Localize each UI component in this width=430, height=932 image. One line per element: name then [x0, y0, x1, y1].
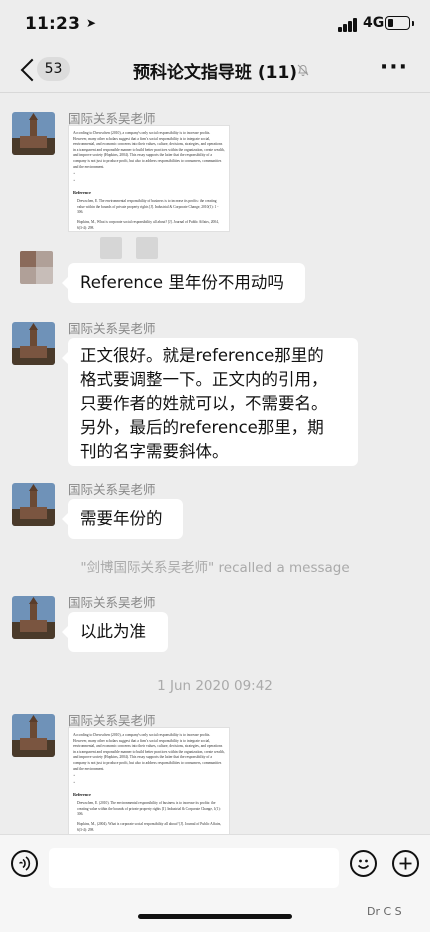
watermark: Dr C S [367, 905, 402, 918]
emoji-icon[interactable] [350, 850, 377, 877]
message-bubble[interactable]: 以此为准 [62, 612, 168, 652]
message-text: 以此为准 [80, 622, 146, 641]
document-reference-entry: Drewschen, E. The environmental responsi… [77, 199, 219, 215]
document-bullet: • • [73, 171, 76, 184]
avatar[interactable] [12, 714, 55, 757]
message-input[interactable] [49, 848, 339, 888]
document-reference-entry: Drewschen, E. (2010). The environmental … [77, 801, 221, 817]
voice-icon[interactable] [11, 850, 38, 877]
document-image[interactable]: According to Drewschen (2010), a company… [68, 727, 230, 836]
document-reference-heading: Reference [73, 190, 91, 196]
message-text: 需要年份的 [80, 509, 163, 528]
avatar[interactable] [20, 251, 53, 284]
avatar[interactable] [12, 596, 55, 639]
network-type: 4G [363, 15, 385, 31]
document-reference-heading: Reference [73, 792, 91, 798]
signal-icon [338, 18, 358, 32]
recalled-notice: "剑博国际关系吴老师" recalled a message [80, 560, 350, 576]
blurred-name [100, 237, 122, 259]
plus-icon[interactable] [392, 850, 419, 877]
status-time: 11:23 [25, 14, 81, 34]
document-reference-entry: Hopkins, M., (2004). What is corporate s… [77, 821, 222, 832]
document-bullet: • • [73, 773, 76, 786]
chat-title: 预科论文指导班 (11) [132, 63, 298, 83]
message-bubble[interactable]: 正文很好。就是reference那里的 格式要调整一下。正文内的引用， 只要作者… [62, 338, 358, 466]
sender-name: 国际关系吴老师 [68, 482, 156, 497]
message-text-line: 只要作者的姓就可以，不需要名。 [80, 394, 328, 413]
chat-header: 53 预科论文指导班 (11) ··· [0, 48, 430, 93]
document-image[interactable]: According to Drewschen (2010), a company… [68, 125, 230, 232]
blurred-name [136, 237, 158, 259]
document-paragraph: According to Drewschen (2010), a company… [73, 131, 225, 169]
message-text-line: 另外，最后的reference那里，期 [80, 418, 324, 437]
message-text-line: 正文很好。就是reference那里的 [80, 346, 324, 365]
message-bubble[interactable]: Reference 里年份不用动吗 [62, 263, 305, 303]
avatar[interactable] [12, 483, 55, 526]
avatar[interactable] [12, 322, 55, 365]
sender-name: 国际关系吴老师 [68, 321, 156, 336]
message-text-line: 格式要调整一下。正文内的引用， [80, 370, 328, 389]
home-indicator [138, 914, 292, 919]
message-text-line: 刊的名字需要斜体。 [80, 442, 229, 461]
message-text: Reference 里年份不用动吗 [80, 273, 284, 292]
document-reference-entry: Hopkins, M., What is corporate social re… [77, 219, 219, 230]
sender-name: 国际关系吴老师 [68, 595, 156, 610]
location-arrow-icon: ➤ [86, 16, 97, 30]
message-bubble[interactable]: 需要年份的 [62, 499, 183, 539]
mute-bell-icon [297, 64, 309, 76]
avatar[interactable] [12, 112, 55, 155]
status-bar: 11:23 ➤ 4G [0, 0, 430, 48]
document-paragraph: According to Drewschen (2010), a company… [73, 733, 225, 771]
battery-icon [385, 16, 414, 30]
more-options-icon[interactable]: ··· [380, 57, 408, 79]
chat-timestamp: 1 Jun 2020 09:42 [157, 678, 273, 694]
